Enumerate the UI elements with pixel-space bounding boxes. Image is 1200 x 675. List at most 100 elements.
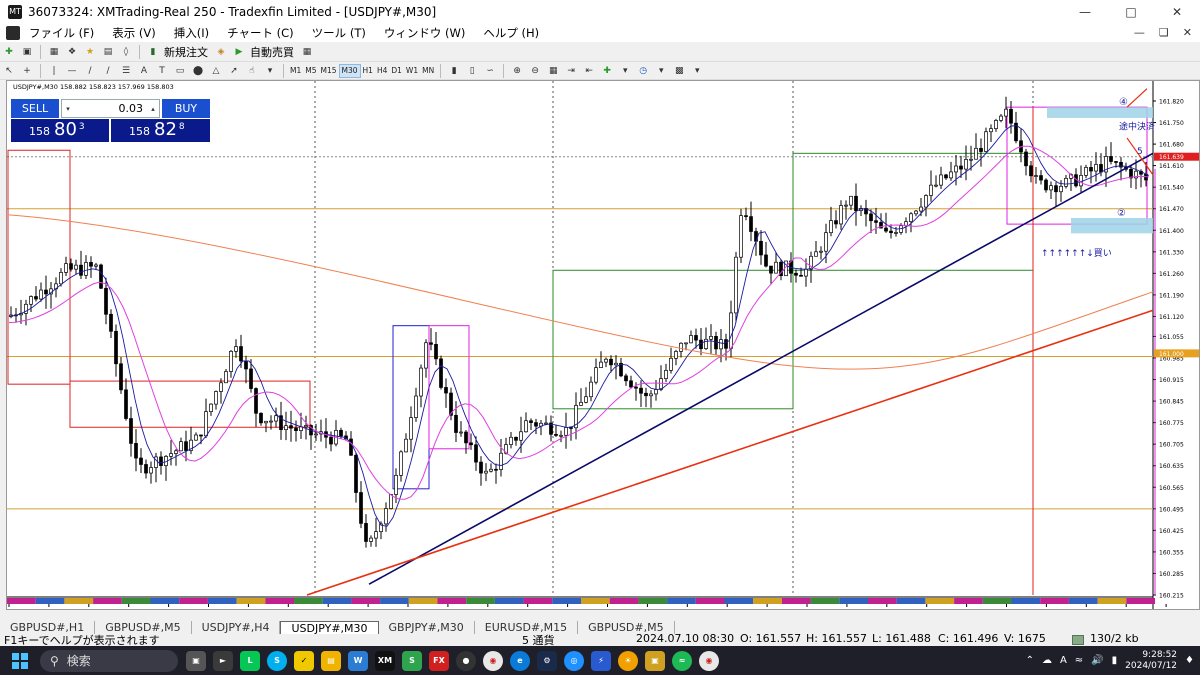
tile-icon[interactable]: ▦ (546, 64, 560, 78)
menu-insert[interactable]: 挿入(I) (165, 25, 218, 41)
edge-icon[interactable]: e (510, 650, 530, 671)
horizontal-line-icon[interactable]: — (65, 64, 79, 78)
cloud-icon[interactable]: ☁ (1042, 655, 1052, 666)
line-chart-icon[interactable]: ∽ (483, 64, 497, 78)
indicators-icon[interactable]: ✚ (600, 64, 614, 78)
tab-usdjpy-m30[interactable]: USDJPY#,M30 (280, 621, 379, 634)
profiles-icon[interactable]: ▣ (20, 45, 34, 59)
sun-app-icon[interactable]: ☀ (618, 650, 638, 671)
tab-gbpusd-m5[interactable]: GBPUSD#,M5 (95, 621, 192, 634)
tab-usdjpy-h4[interactable]: USDJPY#,H4 (192, 621, 281, 634)
buy-button[interactable]: BUY (162, 99, 210, 118)
lot-dropdown-icon[interactable]: ▾ (62, 105, 74, 113)
zoom-out-icon[interactable]: ⊖ (528, 64, 542, 78)
menu-window[interactable]: ウィンドウ (W) (375, 25, 475, 41)
app-dark-icon[interactable]: ● (456, 650, 476, 671)
menu-help[interactable]: ヘルプ (H) (474, 25, 548, 41)
metaeditor-icon[interactable]: ◈ (214, 45, 228, 59)
battery-icon[interactable]: ▮ (1112, 655, 1118, 666)
clock[interactable]: 9:28:52 2024/07/12 (1125, 650, 1177, 672)
chevron-down-icon[interactable]: ▾ (618, 64, 632, 78)
child-restore-button[interactable]: ❏ (1159, 26, 1169, 39)
ellipse-icon[interactable]: ⬤ (191, 64, 205, 78)
chevron-down-icon[interactable]: ▾ (690, 64, 704, 78)
trendline-icon[interactable]: / (83, 64, 97, 78)
windows-start-icon[interactable] (12, 652, 28, 669)
timeframe-d1[interactable]: D1 (389, 64, 404, 78)
periods-icon[interactable]: ◷ (636, 64, 650, 78)
price-chart[interactable]: USDJPY#,M30 158.882 158.823 157.969 158.… (6, 80, 1200, 610)
cursor-icon[interactable]: ↖ (2, 64, 16, 78)
timeframe-w1[interactable]: W1 (404, 64, 420, 78)
media-icon[interactable]: ► (213, 650, 233, 671)
auto-trading-button[interactable]: 自動売買 (250, 44, 294, 60)
chevron-down-icon[interactable]: ▾ (263, 64, 277, 78)
text-icon[interactable]: A (137, 64, 151, 78)
maximize-button[interactable]: □ (1108, 0, 1154, 24)
chrome-profile-icon[interactable]: ◉ (699, 650, 719, 671)
candlestick-icon[interactable]: ▯ (465, 64, 479, 78)
navigator-icon[interactable]: ★ (83, 45, 97, 59)
arrow-icon[interactable]: ➚ (227, 64, 241, 78)
vertical-line-icon[interactable]: | (47, 64, 61, 78)
line-app-icon[interactable]: L (240, 650, 260, 671)
power-automate-icon[interactable]: ⚡ (591, 650, 611, 671)
language-icon[interactable]: A (1060, 655, 1067, 666)
tester-icon[interactable]: ◊ (119, 45, 133, 59)
task-view-icon[interactable]: ▣ (186, 650, 206, 671)
tab-gbpjpy-m30[interactable]: GBPJPY#,M30 (379, 621, 475, 634)
options-icon[interactable]: ▦ (300, 45, 314, 59)
chevron-down-icon[interactable]: ▾ (654, 64, 668, 78)
menu-file[interactable]: ファイル (F) (20, 25, 103, 41)
new-chart-icon[interactable]: ✚ (2, 45, 16, 59)
chrome-icon[interactable]: ◉ (483, 650, 503, 671)
child-minimize-button[interactable]: — (1134, 26, 1145, 39)
new-order-icon[interactable]: ▮ (146, 45, 160, 59)
fx-app-icon[interactable]: FX (429, 650, 449, 671)
timeframe-mn[interactable]: MN (420, 64, 436, 78)
terminal-icon[interactable]: ▤ (101, 45, 115, 59)
bar-chart-icon[interactable]: ▮ (447, 64, 461, 78)
taskbar-search[interactable]: ⚲ 検索 (40, 649, 178, 672)
timeframe-m1[interactable]: M1 (288, 64, 303, 78)
timeframe-m30[interactable]: M30 (338, 63, 361, 78)
market-watch-icon[interactable]: ▦ (47, 45, 61, 59)
auto-trading-icon[interactable]: ▶ (232, 45, 246, 59)
data-window-icon[interactable]: ❖ (65, 45, 79, 59)
child-window-icon[interactable] (6, 26, 20, 40)
tab-gbpusd-h1[interactable]: GBPUSD#,H1 (0, 621, 96, 634)
word-icon[interactable]: W (348, 650, 368, 671)
tab-eurusd-m15[interactable]: EURUSD#,M15 (475, 621, 579, 634)
app-green-icon[interactable]: S (402, 650, 422, 671)
menu-view[interactable]: 表示 (V) (103, 25, 165, 41)
notification-bell-icon[interactable]: ♦ (1185, 655, 1194, 666)
new-order-button[interactable]: 新規注文 (164, 44, 208, 60)
app-gold-icon[interactable]: ▣ (645, 650, 665, 671)
wifi-icon[interactable]: ≈ (1075, 655, 1083, 666)
close-button[interactable]: ✕ (1154, 0, 1200, 24)
fibo-icon[interactable]: ☰ (119, 64, 133, 78)
sell-price[interactable]: 158 80 3 (11, 119, 109, 142)
chart-shift-icon[interactable]: ⇤ (582, 64, 596, 78)
lot-stepper-icon[interactable]: ▴ (147, 105, 159, 113)
autoscroll-icon[interactable]: ⇥ (564, 64, 578, 78)
templates-icon[interactable]: ▩ (672, 64, 686, 78)
file-explorer-icon[interactable]: ▤ (321, 650, 341, 671)
tab-gbpusd-m5-2[interactable]: GBPUSD#,M5 (578, 621, 675, 634)
steam-icon[interactable]: ⚙ (537, 650, 557, 671)
buy-price[interactable]: 158 82 8 (111, 119, 210, 142)
skype-icon[interactable]: S (267, 650, 287, 671)
channel-icon[interactable]: ∕ (101, 64, 115, 78)
lot-size-field[interactable]: ▾ 0.03 ▴ (61, 99, 160, 118)
rectangle-icon[interactable]: ▭ (173, 64, 187, 78)
menu-tools[interactable]: ツール (T) (303, 25, 375, 41)
norton-icon[interactable]: ✓ (294, 650, 314, 671)
spotify-icon[interactable]: ≈ (672, 650, 692, 671)
xm-icon[interactable]: XM (375, 650, 395, 671)
triangle-icon[interactable]: △ (209, 64, 223, 78)
volume-icon[interactable]: 🔊 (1091, 655, 1103, 666)
timeframe-h1[interactable]: H1 (361, 64, 375, 78)
child-close-button[interactable]: ✕ (1183, 26, 1192, 39)
timeframe-m15[interactable]: M15 (319, 64, 339, 78)
zoom-in-icon[interactable]: ⊕ (510, 64, 524, 78)
